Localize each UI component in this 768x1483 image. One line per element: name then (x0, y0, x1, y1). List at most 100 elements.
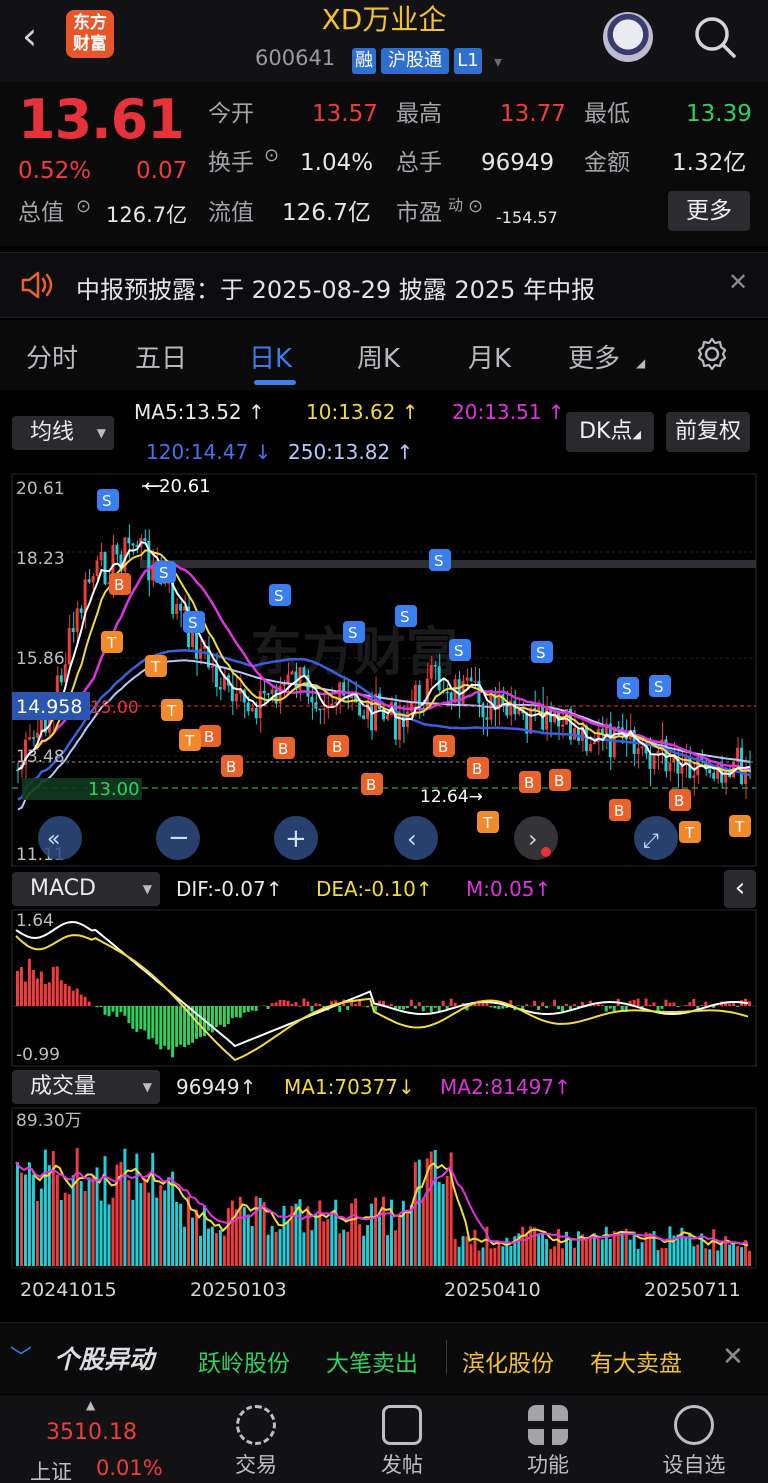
connect-tag: 沪股通 (381, 48, 449, 74)
indicator-selector[interactable]: 均线 ▼ (12, 416, 114, 450)
volume-bar (75, 1148, 79, 1266)
candle-body (318, 708, 322, 711)
collapse-panel-button[interactable]: ‹ (724, 870, 756, 908)
macd-bar (75, 988, 79, 1006)
volume-bar (147, 1192, 151, 1266)
macd-bar (19, 967, 23, 1006)
macd-bar (298, 1006, 302, 1007)
volume-bar (417, 1159, 421, 1266)
ma250-text: 250:13.82 (288, 440, 391, 464)
candle-body (712, 773, 716, 779)
close-icon[interactable]: ✕ (722, 1342, 744, 1372)
dk-point-button[interactable]: DK点◢ (566, 412, 654, 452)
volume-bar (191, 1217, 195, 1266)
search-icon[interactable] (692, 14, 738, 60)
kline-chart[interactable]: 东方财富 SSSSSSSS SS SBBBB BBBBB BBBTTTTTT T 20.6… (0, 470, 768, 870)
candle-body (218, 687, 222, 690)
assistant-robot-icon[interactable] (603, 12, 653, 62)
candle-body (429, 664, 433, 679)
volume-bar (366, 1225, 370, 1266)
buy-mark-label: B (366, 776, 376, 794)
tab-month-k[interactable]: 月K (468, 338, 511, 375)
nav-post[interactable]: 发帖 (342, 1405, 462, 1479)
tab-intraday[interactable]: 分时 (26, 338, 78, 375)
nav-watchlist[interactable]: 设自选 (634, 1405, 754, 1479)
t-mark-label: T (150, 658, 161, 676)
macd-bar (565, 1003, 568, 1006)
candle-body (35, 732, 39, 738)
macd-bar (409, 999, 413, 1006)
volume-bar (545, 1239, 549, 1266)
volume-bar (39, 1188, 43, 1266)
chevron-right-icon: › (528, 825, 538, 853)
candle-body (31, 737, 35, 739)
float-value: 126.7亿 (282, 200, 371, 226)
notice-text: 中报预披露：于 2025-08-29 披露 2025 年中报 (76, 276, 596, 304)
macd-bar (592, 1005, 596, 1006)
macd-bar (79, 994, 83, 1006)
open-value: 13.57 (312, 101, 378, 127)
buy-mark-label: B (438, 738, 448, 756)
candle-body (258, 690, 262, 719)
volume-bar (127, 1180, 131, 1266)
volume-bar (704, 1248, 708, 1266)
volume-selector[interactable]: 成交量 ▼ (12, 1070, 160, 1104)
macd-bar (87, 1001, 91, 1006)
tab-week-k[interactable]: 周K (357, 338, 400, 375)
volume-bar (210, 1226, 214, 1266)
ticker-stock[interactable]: 跃岭股份 (198, 1344, 290, 1378)
volume-bar (632, 1231, 636, 1266)
macd-bar (206, 1006, 210, 1031)
tab-day-k[interactable]: 日K (249, 338, 292, 375)
macd-bar (103, 1006, 107, 1015)
macd-bar (533, 1000, 537, 1006)
volume-bar (374, 1197, 378, 1266)
info-icon[interactable]: ⊙ (76, 196, 91, 217)
chevron-down-icon[interactable]: ▾ (494, 52, 502, 71)
macd-bar (421, 1006, 425, 1012)
volume-bar (716, 1250, 720, 1266)
macd-selector[interactable]: MACD ▼ (12, 872, 160, 906)
ticker-stock[interactable]: 滨化股份 (462, 1344, 554, 1378)
volume-bar (437, 1181, 441, 1266)
amount-label: 金额 (584, 150, 630, 176)
more-button[interactable]: 更多 (668, 191, 750, 231)
macd-bar (561, 1006, 565, 1012)
sell-mark-label: S (622, 680, 632, 698)
volume-bar (473, 1229, 477, 1266)
volume-bar (47, 1165, 51, 1266)
low-value: 13.39 (686, 101, 752, 127)
tab-more[interactable]: 更多 (568, 338, 620, 375)
candle-body (648, 753, 652, 769)
tab-five-day[interactable]: 五日 (135, 338, 187, 375)
candle-body (115, 544, 119, 555)
volume-bar (87, 1177, 91, 1266)
adjust-button[interactable]: 前复权 (666, 412, 750, 452)
macd-bar (684, 1005, 688, 1006)
candle-body (103, 552, 107, 585)
macd-bar (199, 1006, 202, 1038)
volume-bar (63, 1192, 67, 1266)
nav-trade[interactable]: 交易 (196, 1405, 316, 1479)
dif-value: DIF:-0.07↑ (176, 877, 283, 901)
chevron-down-icon[interactable]: ﹀ (10, 1340, 32, 1372)
info-icon[interactable]: ⊙ (468, 196, 483, 217)
macd-bar (366, 1006, 370, 1008)
buy-mark-label: B (226, 758, 236, 776)
caret-up-icon: ▲ (86, 1398, 96, 1412)
macd-bar (163, 1006, 167, 1046)
macd-bar (736, 1006, 740, 1007)
settings-gear-icon[interactable] (694, 336, 730, 372)
info-icon[interactable]: ⊙ (264, 145, 279, 166)
volume-bar (222, 1235, 226, 1266)
macd-bar (302, 998, 306, 1006)
macd-bar (517, 1005, 521, 1006)
close-icon[interactable]: ✕ (728, 268, 748, 296)
volume-bar (736, 1246, 740, 1266)
volume-bar (748, 1250, 751, 1266)
volume-bar (226, 1208, 230, 1266)
index-value[interactable]: 3510.18 (46, 1420, 137, 1445)
nav-function[interactable]: 功能 (488, 1405, 608, 1479)
volume-bar (616, 1231, 620, 1266)
volume-bar (111, 1197, 115, 1266)
